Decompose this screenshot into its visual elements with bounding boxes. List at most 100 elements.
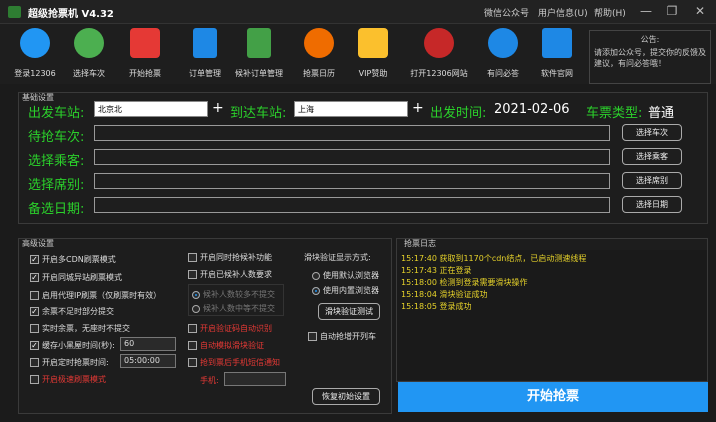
cdn-mode-checkbox[interactable]: ✓ 开启多CDN刷票模式: [30, 254, 116, 265]
builtin-browser-radio[interactable]: 使用内置浏览器: [312, 285, 379, 296]
tool-start-grab-label: 开始抢票: [129, 69, 161, 78]
same-city-checkbox[interactable]: ✓ 开启同城异站刷票模式: [30, 272, 122, 283]
tool-order-manage-label: 订单管理: [189, 69, 221, 78]
checkbox-label: 开启多CDN刷票模式: [42, 255, 116, 264]
to-add-icon[interactable]: +: [412, 100, 424, 116]
log-title: 抢票日志: [404, 239, 436, 248]
home-icon: [542, 28, 572, 58]
select-seats-button[interactable]: 选择席别: [622, 172, 682, 189]
trains-label: 待抢车次:: [28, 130, 85, 145]
ticket-type-value[interactable]: 普通: [648, 102, 674, 121]
checkbox-label: 自动模拟滑块验证: [200, 341, 264, 350]
tool-standby-order[interactable]: 候补订单管理: [232, 26, 286, 82]
tool-standby-order-label: 候补订单管理: [235, 69, 283, 78]
checkbox-icon: ✓: [30, 307, 39, 316]
standby-many-radio[interactable]: 候补人数较多不提交: [192, 289, 275, 300]
backup-date-input[interactable]: [94, 197, 610, 213]
checkbox-icon: [188, 341, 197, 350]
slider-test-button[interactable]: 滑块验证测试: [318, 303, 380, 320]
train-icon: [74, 28, 104, 58]
phone-input[interactable]: [224, 372, 286, 386]
close-button[interactable]: ✕: [688, 3, 712, 20]
title-bar: 超级抢票机 V4.32 微信公众号 用户信息(U) 帮助(H) — ❐ ✕: [0, 0, 716, 24]
log-line: 15:18:04 滑块验证成功: [401, 290, 488, 299]
log-line: 15:18:00 检测到登录需要滑块操作: [401, 278, 528, 287]
timer-checkbox[interactable]: 开启定时抢票时间:: [30, 357, 109, 368]
checkbox-label: 启用代理IP刷票（仅刷票时有效）: [42, 291, 162, 300]
blackroom-seconds-input[interactable]: 60: [120, 337, 176, 351]
slider-auto-checkbox[interactable]: 自动模拟滑块验证: [188, 340, 264, 351]
checkbox-icon: [30, 375, 39, 384]
to-station-input[interactable]: 上海: [294, 101, 408, 117]
timer-time-input[interactable]: 05:00:00: [120, 354, 176, 368]
tool-start-grab[interactable]: 开始抢票: [118, 26, 172, 82]
reset-settings-button[interactable]: 恢复初始设置: [312, 388, 380, 405]
tool-open-12306[interactable]: 打开12306网站: [410, 26, 468, 82]
select-dates-button[interactable]: 选择日期: [622, 196, 682, 213]
realtime-ticket-checkbox[interactable]: 实时余票，无座时不提交: [30, 323, 130, 334]
standby-checkbox[interactable]: 开启同时抢候补功能: [188, 252, 272, 263]
menu-wechat[interactable]: 微信公众号: [484, 6, 529, 19]
tool-help[interactable]: 有问必答: [476, 26, 530, 82]
trains-input[interactable]: [94, 125, 610, 141]
menu-user-info[interactable]: 用户信息(U): [538, 6, 588, 19]
passengers-input[interactable]: [94, 149, 610, 165]
tool-help-label: 有问必答: [487, 69, 519, 78]
depart-date-value[interactable]: 2021-02-06: [494, 102, 570, 117]
vip-crown-icon: [358, 28, 388, 58]
turbo-mode-checkbox[interactable]: 开启极速刷票模式: [30, 374, 106, 385]
tool-vip[interactable]: VIP赞助: [346, 26, 400, 82]
checkbox-icon: ✓: [30, 273, 39, 282]
notice-title: 公告:: [640, 35, 660, 44]
select-passengers-button[interactable]: 选择乘客: [622, 148, 682, 165]
menu-help[interactable]: 帮助(H): [594, 6, 626, 19]
from-station-input[interactable]: 北京北: [94, 101, 208, 117]
maximize-button[interactable]: ❐: [660, 3, 684, 20]
tool-calendar[interactable]: 抢票日历: [292, 26, 346, 82]
from-add-icon[interactable]: +: [212, 100, 224, 116]
checkbox-label: 抢到票后手机短信通知: [200, 358, 280, 367]
standby-count-checkbox[interactable]: 开启已候补人数要求: [188, 269, 272, 280]
tool-login[interactable]: 登录12306: [8, 26, 62, 82]
standby-medium-radio[interactable]: 候补人数中等不提交: [192, 303, 275, 314]
standby-order-icon: [247, 28, 271, 58]
select-trains-button[interactable]: 选择车次: [622, 124, 682, 141]
partial-submit-checkbox[interactable]: ✓ 余票不足时部分提交: [30, 306, 114, 317]
passengers-label: 选择乘客:: [28, 154, 85, 169]
minimize-button[interactable]: —: [634, 3, 658, 20]
tool-select-train[interactable]: 选择车次: [62, 26, 116, 82]
checkbox-icon: [30, 324, 39, 333]
blackroom-checkbox[interactable]: ✓ 缓存小黑屋时间(秒):: [30, 340, 115, 351]
radio-icon: [312, 286, 320, 295]
captcha-auto-checkbox[interactable]: 开启验证码自动识别: [188, 323, 272, 334]
default-browser-radio[interactable]: 使用默认浏览器: [312, 270, 379, 281]
sms-notify-checkbox[interactable]: 抢到票后手机短信通知: [188, 357, 280, 368]
checkbox-label: 开启已候补人数要求: [200, 270, 272, 279]
advanced-settings-title: 高级设置: [22, 239, 54, 248]
tool-order-manage[interactable]: 订单管理: [178, 26, 232, 82]
log-line: 15:17:40 获取到1170个cdn结点，已启动测速线程: [401, 254, 587, 263]
proxy-ip-checkbox[interactable]: 启用代理IP刷票（仅刷票时有效）: [30, 290, 161, 301]
checkbox-label: 余票不足时部分提交: [42, 307, 114, 316]
radio-label: 使用默认浏览器: [323, 271, 379, 280]
app-logo-icon: [8, 6, 21, 18]
auto-extra-trains-checkbox[interactable]: 自动抢增开列车: [308, 331, 376, 342]
notice-text: 请添加公众号，提交你的反馈及建议，有问必答哦！: [594, 48, 706, 68]
start-grab-button[interactable]: 开始抢票: [398, 382, 708, 412]
log-line: 15:18:05 登录成功: [401, 302, 472, 311]
backup-date-label: 备选日期:: [28, 202, 85, 217]
to-station-label: 到达车站:: [230, 106, 287, 121]
tool-select-train-label: 选择车次: [73, 69, 105, 78]
notice-box: 公告: 请添加公众号，提交你的反馈及建议，有问必答哦！: [589, 30, 711, 84]
ticket-grab-icon: [130, 28, 160, 58]
order-document-icon: [193, 28, 217, 58]
seats-input[interactable]: [94, 173, 610, 189]
checkbox-icon: [188, 324, 197, 333]
checkbox-icon: [30, 291, 39, 300]
phone-label: 手机:: [200, 376, 219, 385]
tool-website[interactable]: 软件官网: [530, 26, 584, 82]
checkbox-label: 自动抢增开列车: [320, 332, 376, 341]
checkbox-label: 缓存小黑屋时间(秒):: [42, 341, 115, 350]
checkbox-icon: ✓: [30, 341, 39, 350]
depart-date-label: 出发时间:: [430, 106, 487, 121]
